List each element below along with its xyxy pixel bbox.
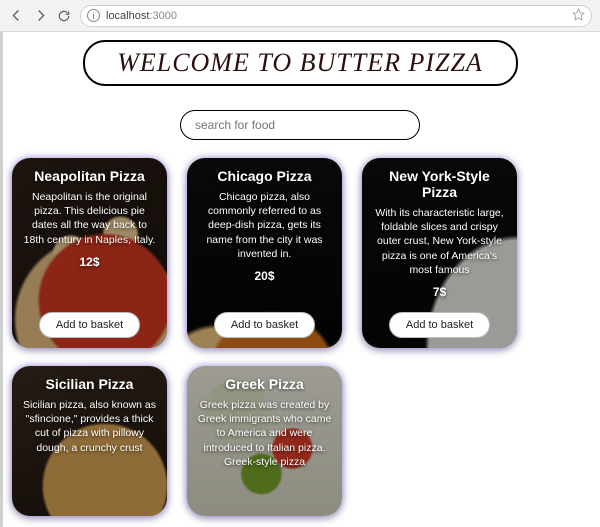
page-body: WELCOME TO BUTTER PIZZA Neapolitan Pizza… xyxy=(0,32,600,527)
forward-icon[interactable] xyxy=(32,8,48,24)
add-to-basket-button[interactable]: Add to basket xyxy=(389,312,490,338)
pizza-card: New York-Style Pizza With its characteris… xyxy=(362,158,517,348)
card-price: 7$ xyxy=(433,285,446,299)
card-price: 12$ xyxy=(79,255,99,269)
address-bar[interactable]: i localhost:3000 xyxy=(80,5,592,27)
bookmark-icon[interactable] xyxy=(572,8,585,24)
card-title: Greek Pizza xyxy=(225,376,304,392)
reload-icon[interactable] xyxy=(56,8,72,24)
card-description: Greek pizza was created by Greek immigra… xyxy=(195,398,334,469)
pizza-card: Chicago Pizza Chicago pizza, also commonl… xyxy=(187,158,342,348)
card-description: Sicilian pizza, also known as "sfincione… xyxy=(20,398,159,455)
card-title: New York-Style Pizza xyxy=(370,168,509,200)
url-text: localhost:3000 xyxy=(106,10,177,22)
viewport-left-edge xyxy=(0,32,3,527)
card-title: Sicilian Pizza xyxy=(46,376,134,392)
browser-chrome: i localhost:3000 xyxy=(0,0,600,32)
add-to-basket-button[interactable]: Add to basket xyxy=(214,312,315,338)
add-to-basket-button[interactable]: Add to basket xyxy=(39,312,140,338)
card-description: With its characteristic large, foldable … xyxy=(370,206,509,277)
pizza-grid: Neapolitan Pizza Neapolitan is the origin… xyxy=(0,158,600,516)
search-input[interactable] xyxy=(180,110,420,140)
back-icon[interactable] xyxy=(8,8,24,24)
card-title: Neapolitan Pizza xyxy=(34,168,144,184)
card-description: Chicago pizza, also commonly referred to… xyxy=(195,190,334,261)
page-title: WELCOME TO BUTTER PIZZA xyxy=(83,40,518,86)
pizza-card: Neapolitan Pizza Neapolitan is the origin… xyxy=(12,158,167,348)
site-info-icon[interactable]: i xyxy=(87,9,100,22)
card-description: Neapolitan is the original pizza. This d… xyxy=(20,190,159,247)
pizza-card: Sicilian Pizza Sicilian pizza, also known… xyxy=(12,366,167,516)
card-title: Chicago Pizza xyxy=(217,168,311,184)
pizza-card: Greek Pizza Greek pizza was created by Gr… xyxy=(187,366,342,516)
card-price: 20$ xyxy=(254,269,274,283)
